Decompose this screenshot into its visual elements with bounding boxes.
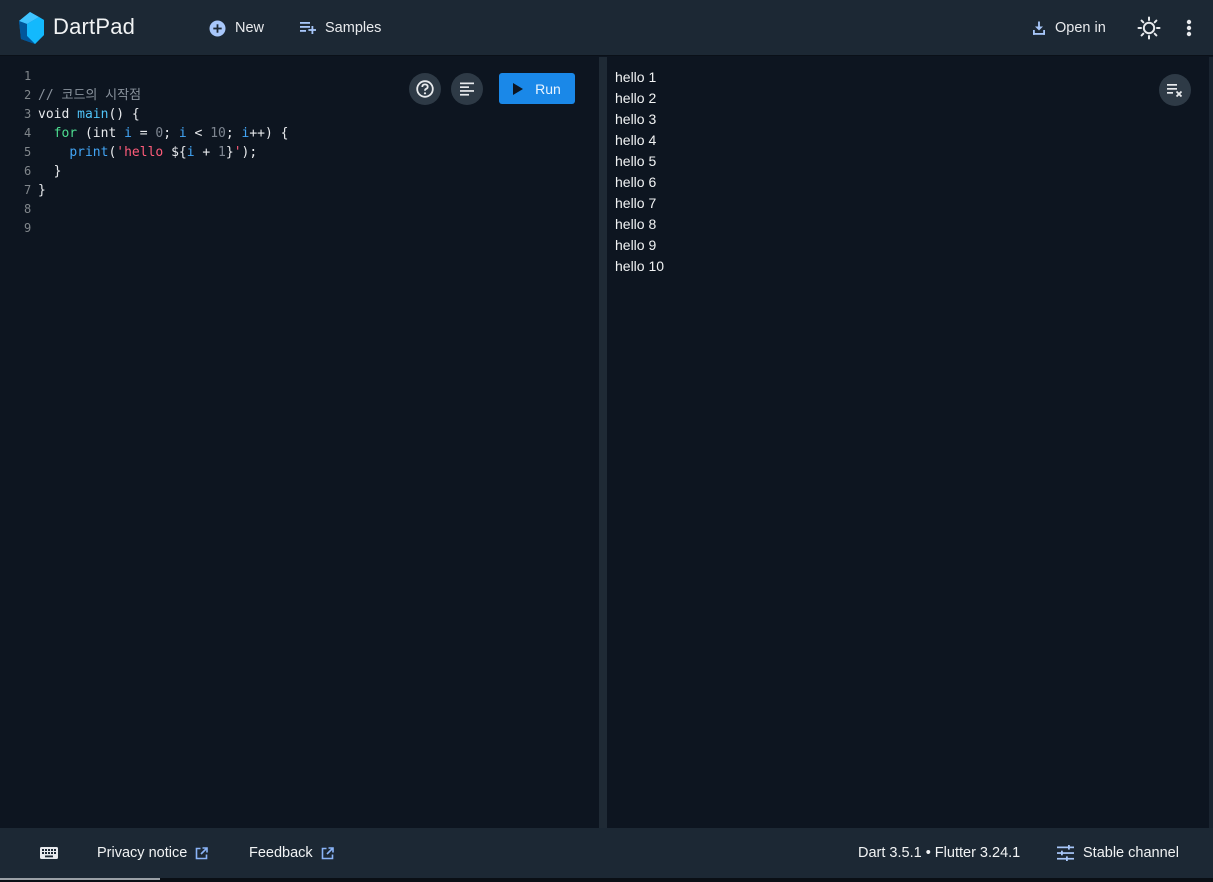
output-line: hello 6 bbox=[615, 174, 657, 190]
console-output: hello 1 hello 2 hello 3 hello 4 hello 5 … bbox=[607, 57, 1213, 828]
code-content[interactable]: // 코드의 시작점 void main() { for (int i = 0;… bbox=[38, 86, 289, 200]
app-header: DartPad New Samples Open in bbox=[0, 0, 1213, 56]
channel-label: Stable channel bbox=[1083, 845, 1179, 861]
app-title: DartPad bbox=[53, 14, 136, 39]
code-editor[interactable]: 1 2 3 4 5 6 7 8 9 // 코드의 시작점 void main()… bbox=[0, 57, 599, 828]
clear-console-button[interactable] bbox=[1159, 74, 1191, 106]
code-line: } bbox=[38, 164, 62, 179]
new-button[interactable]: New bbox=[209, 16, 264, 40]
line-number: 8 bbox=[24, 202, 32, 216]
help-icon bbox=[416, 80, 434, 98]
play-icon bbox=[513, 82, 524, 95]
privacy-label: Privacy notice bbox=[97, 845, 188, 861]
code-line: void main() { bbox=[38, 107, 140, 122]
format-align-icon bbox=[460, 82, 474, 96]
output-line: hello 9 bbox=[615, 237, 657, 253]
samples-button[interactable]: Samples bbox=[300, 16, 381, 40]
code-line: } bbox=[38, 183, 46, 198]
line-number: 3 bbox=[24, 107, 32, 121]
panel-splitter[interactable] bbox=[599, 57, 607, 828]
code-line: for (int i = 0; i < 10; i++) { bbox=[53, 126, 289, 141]
external-link-icon bbox=[195, 846, 209, 859]
version-label: Dart 3.5.1 • Flutter 3.24.1 bbox=[858, 845, 1021, 861]
dart-logo-icon bbox=[19, 12, 44, 44]
scrollbar-thumb[interactable] bbox=[0, 878, 160, 880]
new-label: New bbox=[235, 20, 265, 36]
version-info: Dart 3.5.1 • Flutter 3.24.1 bbox=[858, 843, 1020, 863]
run-label: Run bbox=[535, 80, 561, 97]
code-line: print('hello ${i + 1}'); bbox=[69, 145, 258, 160]
more-options-button[interactable] bbox=[1176, 15, 1202, 41]
channel-button[interactable]: Stable channel bbox=[1057, 843, 1179, 863]
playlist-add-icon bbox=[300, 22, 316, 34]
line-number: 1 bbox=[24, 69, 32, 83]
line-number: 9 bbox=[24, 221, 32, 235]
tune-icon bbox=[1057, 845, 1074, 861]
output-line: hello 8 bbox=[615, 216, 657, 232]
code-line: // 코드의 시작점 bbox=[38, 88, 142, 103]
feedback-label: Feedback bbox=[249, 845, 313, 861]
clear-all-icon bbox=[1167, 84, 1183, 97]
more-vert-icon bbox=[1186, 19, 1192, 37]
output-line: hello 2 bbox=[615, 90, 657, 106]
line-number: 6 bbox=[24, 164, 32, 178]
sun-icon bbox=[1137, 16, 1161, 40]
output-lines: hello 1 hello 2 hello 3 hello 4 hello 5 … bbox=[615, 67, 664, 277]
line-number: 4 bbox=[24, 126, 32, 140]
feedback-link[interactable]: Feedback bbox=[249, 843, 334, 863]
line-number: 7 bbox=[24, 183, 32, 197]
app-footer: Privacy notice Feedback Dart 3.5.1 • Flu… bbox=[0, 828, 1213, 878]
download-icon bbox=[1033, 21, 1045, 35]
privacy-notice-link[interactable]: Privacy notice bbox=[97, 843, 209, 863]
run-button[interactable]: Run bbox=[499, 73, 575, 104]
external-link-icon bbox=[321, 846, 334, 859]
add-circle-icon bbox=[209, 20, 226, 36]
keyboard-shortcuts-button[interactable] bbox=[32, 843, 58, 863]
line-number: 2 bbox=[24, 88, 32, 102]
open-in-label: Open in bbox=[1055, 20, 1106, 36]
theme-toggle-button[interactable] bbox=[1136, 15, 1162, 41]
help-button[interactable] bbox=[409, 73, 441, 105]
output-line: hello 3 bbox=[615, 111, 657, 127]
format-button[interactable] bbox=[451, 73, 483, 105]
samples-label: Samples bbox=[325, 20, 382, 36]
output-line: hello 5 bbox=[615, 153, 657, 169]
horizontal-scrollbar[interactable] bbox=[0, 878, 1213, 882]
open-in-button[interactable]: Open in bbox=[1032, 16, 1106, 40]
line-number: 5 bbox=[24, 145, 32, 159]
output-line: hello 10 bbox=[615, 258, 665, 274]
line-number-gutter: 1 2 3 4 5 6 7 8 9 bbox=[0, 67, 38, 238]
keyboard-icon bbox=[40, 847, 58, 859]
scrollbar-track[interactable] bbox=[1209, 57, 1213, 828]
output-line: hello 4 bbox=[615, 132, 657, 148]
output-line: hello 7 bbox=[615, 195, 657, 211]
output-line: hello 1 bbox=[615, 69, 657, 85]
